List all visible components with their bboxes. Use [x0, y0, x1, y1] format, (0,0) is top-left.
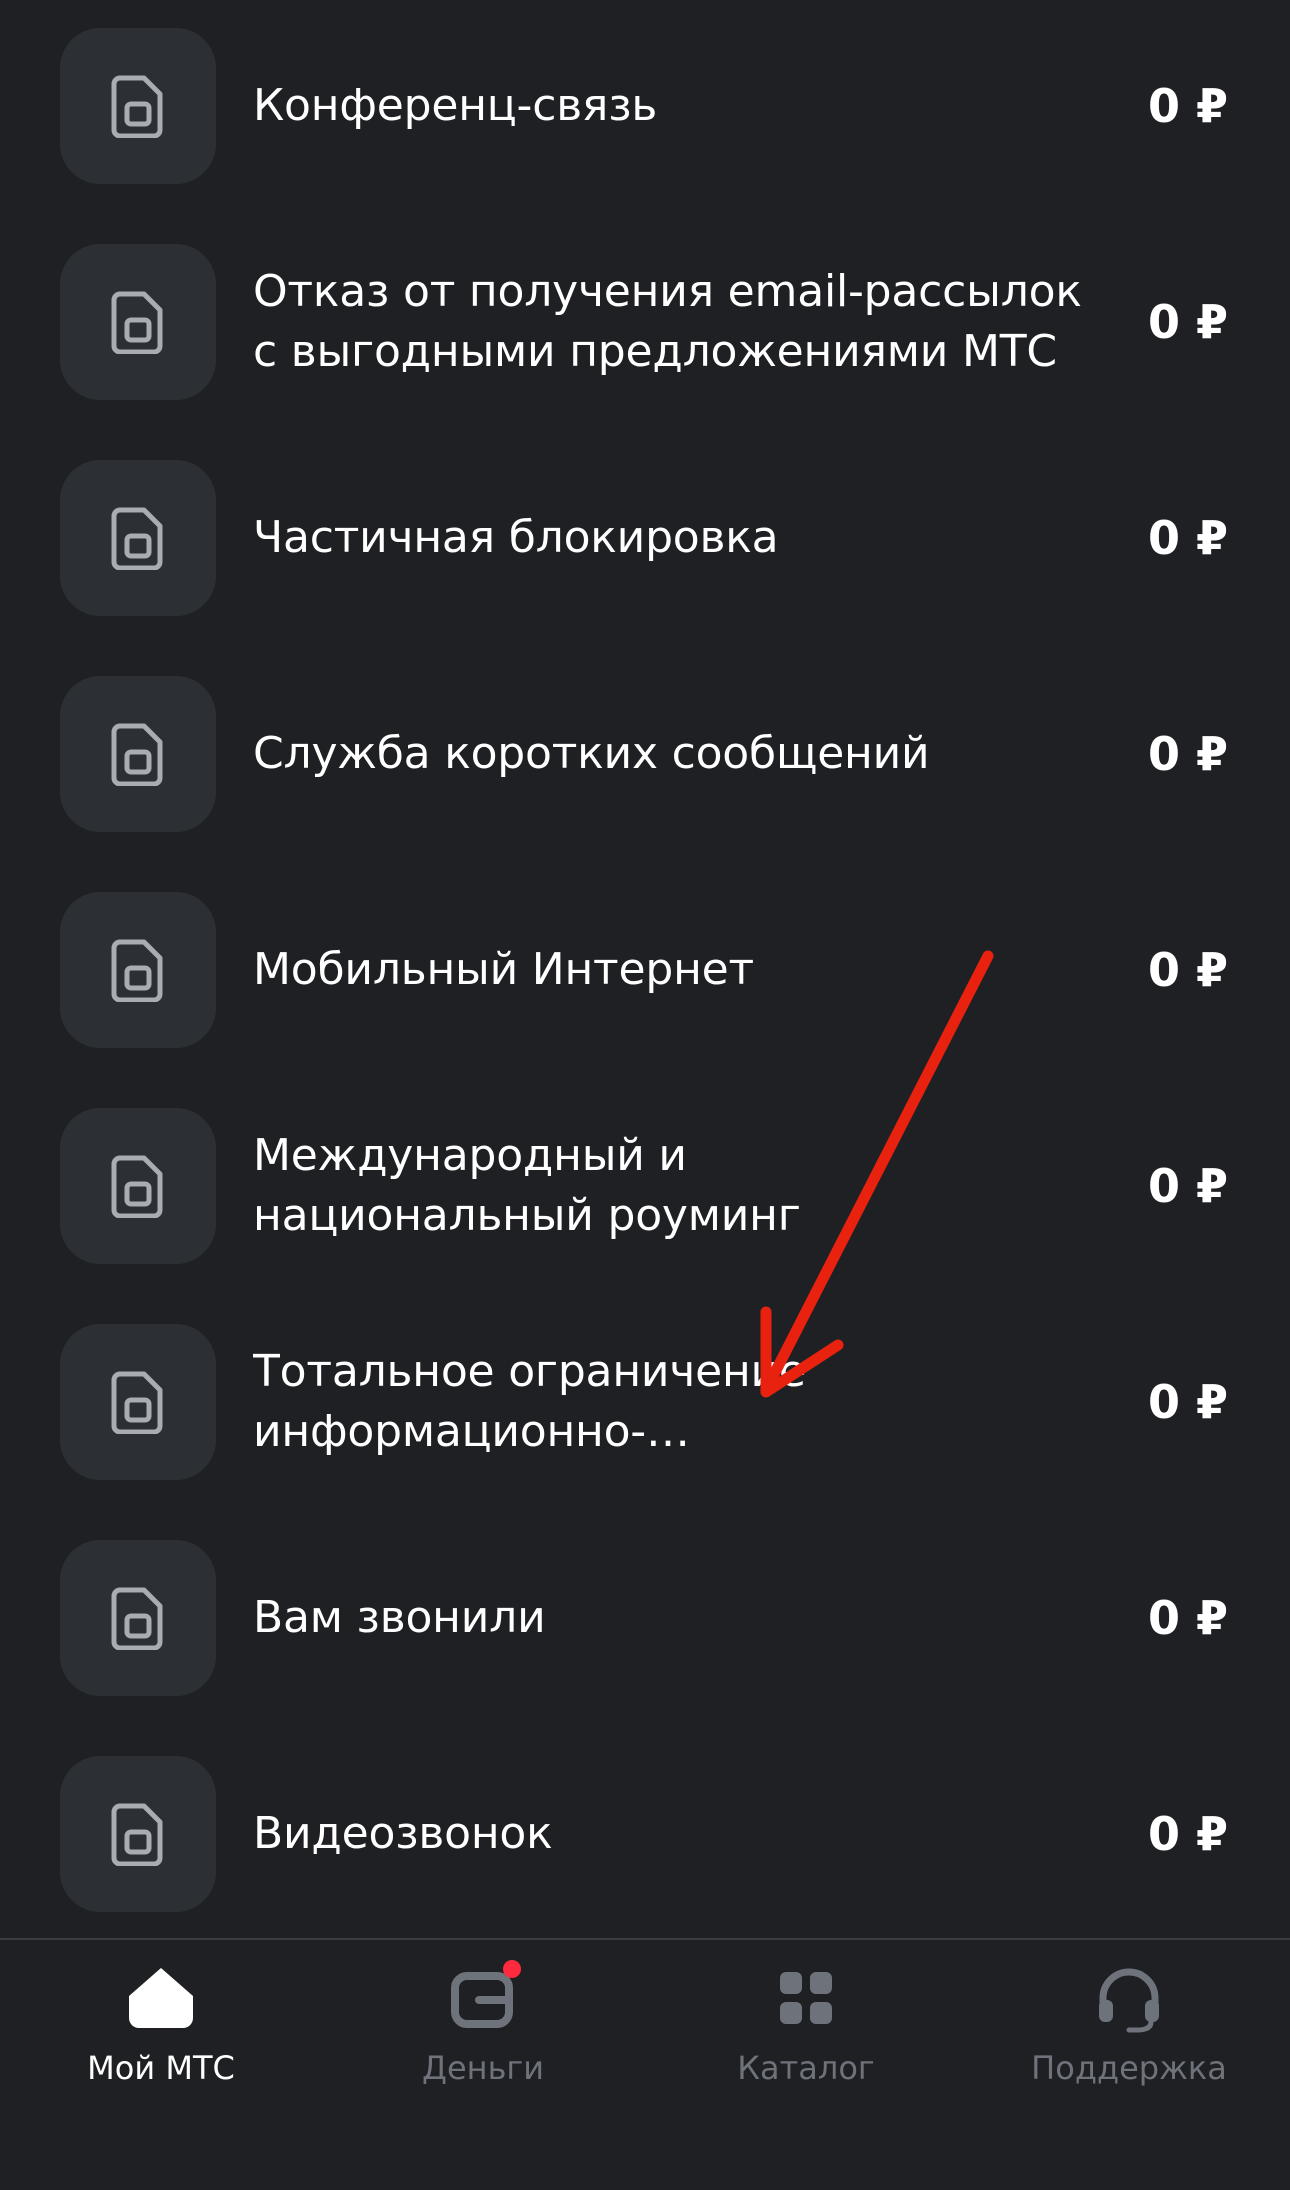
service-price: 0 ₽: [1147, 1159, 1228, 1213]
home-icon: [123, 1960, 199, 2036]
sim-card-icon: [111, 723, 163, 786]
sim-card-icon: [111, 1803, 163, 1866]
sim-card-icon-tile: [60, 1540, 216, 1696]
service-title: Мобильный Интернет: [253, 944, 754, 995]
service-title: Служба коротких сообщений: [253, 728, 930, 779]
screen: Конференц-связь 0 ₽ Отказ от получения e…: [0, 0, 1290, 2190]
service-title: Тотальное ограничение информационно-разв…: [253, 1346, 806, 1457]
service-row[interactable]: Отказ от получения email-рассылок с выго…: [0, 214, 1290, 430]
service-row[interactable]: Видеозвонок 0 ₽: [0, 1726, 1290, 1942]
service-price: 0 ₽: [1147, 943, 1228, 997]
sim-card-icon: [111, 507, 163, 570]
sim-card-icon-tile: [60, 1108, 216, 1264]
service-row[interactable]: Вам звонили 0 ₽: [0, 1510, 1290, 1726]
grid-icon: [768, 1960, 844, 2036]
tab-my-mts[interactable]: Мой МТС: [0, 1940, 322, 2190]
sim-card-icon-tile: [60, 892, 216, 1048]
service-title: Частичная блокировка: [253, 512, 779, 563]
service-price: 0 ₽: [1147, 1591, 1228, 1645]
sim-card-icon: [111, 1371, 163, 1434]
tab-label: Деньги: [421, 2049, 545, 2087]
sim-card-icon: [111, 939, 163, 1002]
sim-card-icon: [111, 1587, 163, 1650]
service-row[interactable]: Частичная блокировка 0 ₽: [0, 430, 1290, 646]
service-row[interactable]: Тотальное ограничение информационно-разв…: [0, 1294, 1290, 1510]
service-title: Видеозвонок: [253, 1808, 553, 1859]
tab-support[interactable]: Поддержка: [968, 1940, 1290, 2190]
service-price: 0 ₽: [1147, 727, 1228, 781]
sim-card-icon: [111, 291, 163, 354]
service-title: Вам звонили: [253, 1592, 546, 1643]
service-row[interactable]: Служба коротких сообщений 0 ₽: [0, 646, 1290, 862]
tab-label: Поддержка: [1031, 2049, 1227, 2087]
sim-card-icon-tile: [60, 28, 216, 184]
tab-label: Каталог: [737, 2049, 875, 2087]
service-title: Конференц-связь: [253, 80, 658, 131]
service-price: 0 ₽: [1147, 1375, 1228, 1429]
service-title: Международный и национальный роуминг: [253, 1130, 801, 1241]
sim-card-icon: [111, 75, 163, 138]
headset-icon: [1091, 1960, 1167, 2036]
sim-card-icon-tile: [60, 1324, 216, 1480]
service-title: Отказ от получения email-рассылок с выго…: [253, 266, 1082, 377]
service-row[interactable]: Мобильный Интернет 0 ₽: [0, 862, 1290, 1078]
tab-label: Мой МТС: [87, 2049, 235, 2087]
service-price: 0 ₽: [1147, 511, 1228, 565]
sim-card-icon-tile: [60, 244, 216, 400]
tab-catalog[interactable]: Каталог: [645, 1940, 967, 2190]
service-row[interactable]: Конференц-связь 0 ₽: [0, 0, 1290, 214]
sim-card-icon-tile: [60, 1756, 216, 1912]
service-price: 0 ₽: [1147, 1807, 1228, 1861]
service-price: 0 ₽: [1147, 295, 1228, 349]
tab-money[interactable]: Деньги: [322, 1940, 644, 2190]
wallet-icon: [445, 1960, 521, 2036]
sim-card-icon-tile: [60, 460, 216, 616]
service-row[interactable]: Международный и национальный роуминг 0 ₽: [0, 1078, 1290, 1294]
sim-card-icon: [111, 1155, 163, 1218]
notification-badge: [503, 1960, 521, 1978]
sim-card-icon-tile: [60, 676, 216, 832]
service-price: 0 ₽: [1147, 79, 1228, 133]
bottom-tab-bar: Мой МТС Деньги Каталог Поддержка: [0, 1938, 1290, 2190]
